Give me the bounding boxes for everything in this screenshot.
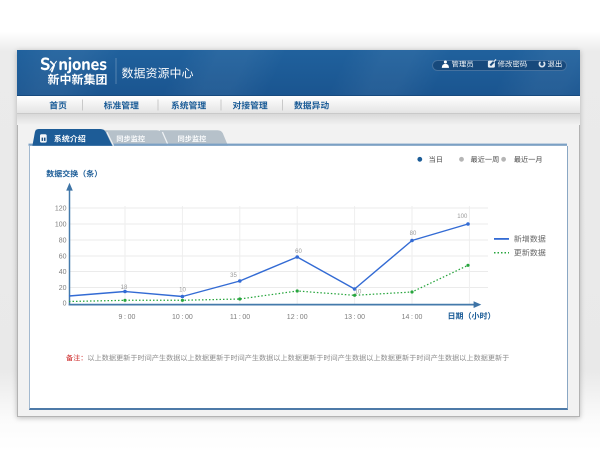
svg-text:00: 00 xyxy=(357,314,365,321)
svg-text:10: 10 xyxy=(179,288,186,294)
svg-text:9: 9 xyxy=(118,314,122,321)
svg-text:00: 00 xyxy=(128,314,136,321)
svg-text:80: 80 xyxy=(59,238,67,245)
svg-text:80: 80 xyxy=(410,231,417,237)
svg-text:13: 13 xyxy=(344,314,352,321)
svg-text:00: 00 xyxy=(185,314,193,321)
svg-text:12: 12 xyxy=(287,314,295,321)
svg-text::: : xyxy=(296,314,298,321)
svg-text:10: 10 xyxy=(355,290,362,296)
svg-text::: : xyxy=(354,314,356,321)
svg-text:14: 14 xyxy=(402,314,410,321)
svg-text:100: 100 xyxy=(55,222,67,229)
svg-text:18: 18 xyxy=(121,285,128,291)
svg-text::: : xyxy=(411,314,413,321)
svg-text::: : xyxy=(181,314,183,321)
svg-text:100: 100 xyxy=(457,214,468,220)
svg-text:60: 60 xyxy=(59,254,67,261)
svg-text:00: 00 xyxy=(242,314,250,321)
svg-text:00: 00 xyxy=(300,314,308,321)
svg-text:40: 40 xyxy=(59,269,67,276)
svg-text:20: 20 xyxy=(59,285,67,292)
svg-text:00: 00 xyxy=(415,314,423,321)
svg-text:0: 0 xyxy=(63,301,67,308)
svg-text:60: 60 xyxy=(295,249,302,255)
svg-text:11: 11 xyxy=(230,314,237,321)
svg-text:10: 10 xyxy=(172,314,180,321)
svg-text::: : xyxy=(239,314,241,321)
svg-text:120: 120 xyxy=(55,206,67,213)
svg-text:35: 35 xyxy=(230,273,237,279)
svg-text::: : xyxy=(124,314,126,321)
